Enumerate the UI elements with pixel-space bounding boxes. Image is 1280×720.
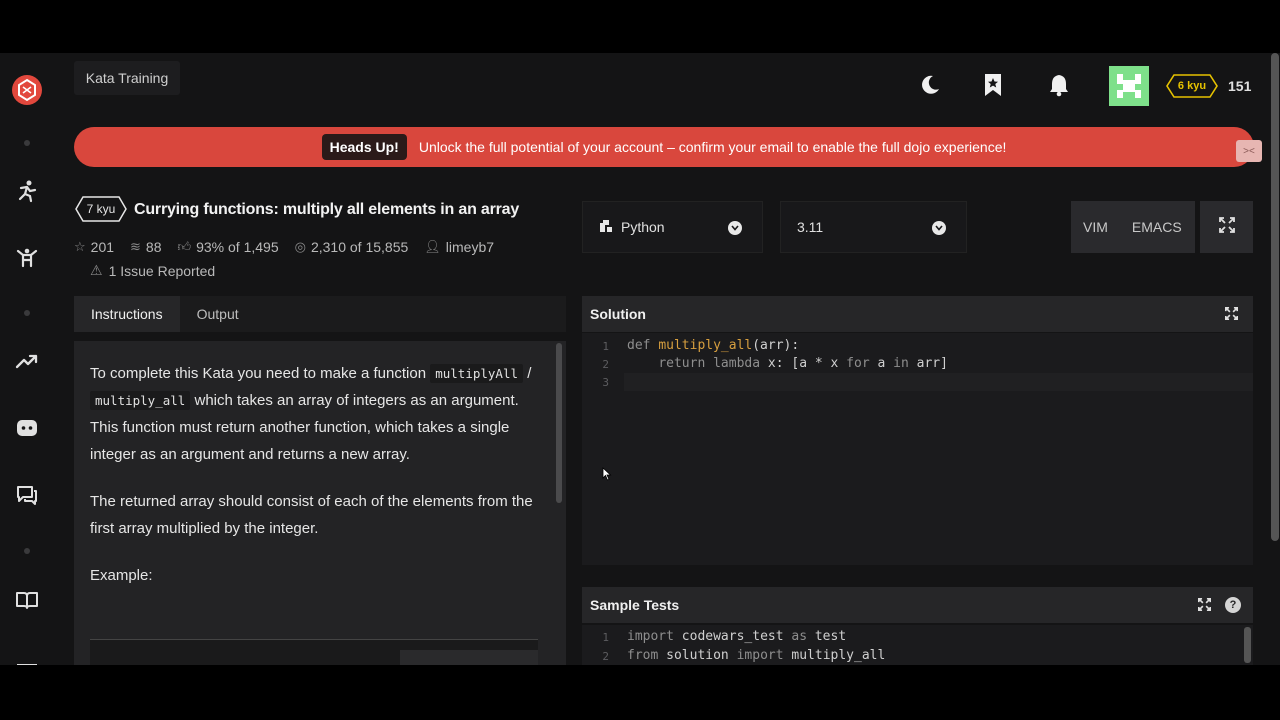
- sidebar-divider-dot: [24, 310, 30, 316]
- completed-stat: ◎ 2,310 of 15,855: [295, 239, 409, 255]
- star-icon: ☆: [74, 239, 86, 254]
- kata-kyu-label: 7 kyu: [86, 202, 116, 216]
- instructions-panel: To complete this Kata you need to make a…: [74, 341, 566, 665]
- keybinding-modes: VIM EMACS: [1071, 201, 1195, 253]
- codewars-logo-icon[interactable]: [11, 74, 43, 106]
- solution-code-line-1[interactable]: def multiply_all(arr):: [627, 338, 799, 353]
- version-select[interactable]: 3.11: [780, 201, 967, 253]
- dark-mode-moon-icon[interactable]: [918, 73, 942, 97]
- sample-tests-header: Sample Tests ?: [582, 587, 1253, 623]
- inline-separator: /: [527, 365, 532, 382]
- notifications-bell-icon[interactable]: [1047, 73, 1071, 97]
- line-number: 3: [602, 376, 609, 389]
- discord-icon[interactable]: [13, 414, 41, 442]
- sidebar-divider-dot: [24, 548, 30, 554]
- user-avatar[interactable]: [1109, 66, 1149, 106]
- kata-title: Currying functions: multiply all element…: [134, 201, 520, 218]
- trending-icon[interactable]: [13, 348, 41, 376]
- inline-code-multiply-all: multiply_all: [90, 391, 191, 410]
- line-number: 1: [602, 340, 609, 353]
- help-icon[interactable]: ?: [1225, 597, 1241, 613]
- stars-stat[interactable]: ☆ 201: [74, 239, 114, 255]
- line-number: 2: [602, 358, 609, 371]
- instructions-text: To complete this Kata you need to make a…: [90, 360, 542, 609]
- banner-message[interactable]: Unlock the full potential of your accoun…: [419, 139, 1007, 155]
- instruction-tabs: Instructions Output: [74, 296, 566, 332]
- email-confirm-banner: Heads Up! Unlock the full potential of y…: [74, 127, 1254, 167]
- satisfaction-value: 93% of 1,495: [196, 239, 279, 255]
- discussion-icon[interactable]: [13, 481, 41, 509]
- tab-instructions[interactable]: Instructions: [74, 296, 180, 332]
- app-frame: Kata Training 6 kyu 151 Heads Up! Unlock…: [0, 53, 1280, 665]
- inline-code-multiplyAll: multiplyAll: [430, 364, 524, 383]
- instructions-paragraph-1-start: To complete this Kata you need to make a…: [90, 365, 427, 382]
- training-icon[interactable]: [13, 177, 41, 205]
- instructions-example-label: Example:: [90, 567, 153, 584]
- author-stat[interactable]: 👤︎ limeyb7: [424, 239, 494, 255]
- stack-icon: ≋: [130, 239, 141, 254]
- page-scrollbar[interactable]: [1271, 53, 1279, 541]
- instructions-paragraph-2: The returned array should consist of eac…: [90, 493, 533, 537]
- target-icon: ◎: [294, 239, 306, 254]
- tab-output[interactable]: Output: [180, 296, 256, 332]
- mouse-cursor-icon: [602, 467, 612, 481]
- issues-reported[interactable]: ⚠ 1 Issue Reported: [90, 262, 215, 279]
- expand-icon[interactable]: [1225, 307, 1238, 323]
- kata-kyu-badge: 7 kyu: [75, 196, 127, 222]
- user-rank-badge[interactable]: 6 kyu: [1166, 74, 1218, 98]
- expand-icon[interactable]: [1198, 598, 1211, 614]
- page-title: Kata Training: [74, 61, 180, 95]
- stars-count: 201: [90, 239, 115, 255]
- author-name[interactable]: limeyb7: [446, 239, 494, 255]
- user-icon: 👤︎: [424, 239, 441, 254]
- line-number: 1: [602, 631, 609, 644]
- sample-tests-title: Sample Tests: [590, 597, 680, 613]
- sidebar-divider-dot: [24, 140, 30, 146]
- satisfaction-stat: 👍︎ 93% of 1,495: [178, 239, 279, 255]
- sample-tests-code-line-1[interactable]: import codewars_test as test: [627, 629, 846, 644]
- sample-tests-editor[interactable]: 1 2 import codewars_test as test from so…: [582, 625, 1253, 665]
- kata-stats: ☆ 201 ≋ 88 👍︎ 93% of 1,495 ◎ 2,310 of 15,855…: [74, 239, 510, 255]
- more-icon[interactable]: [13, 653, 41, 665]
- sample-tests-code-line-2[interactable]: from solution import multiply_all: [627, 648, 885, 663]
- collections-stat[interactable]: ≋ 88: [130, 239, 161, 255]
- line-number: 2: [602, 650, 609, 663]
- honor-count: 151: [1228, 78, 1252, 94]
- chevron-down-icon: [932, 221, 946, 235]
- sidebar: [0, 53, 56, 665]
- banner-badge: Heads Up!: [321, 134, 407, 160]
- vim-mode-button[interactable]: VIM: [1071, 219, 1120, 235]
- solution-header: Solution: [582, 296, 1253, 332]
- solution-editor[interactable]: 1 2 3 def multiply_all(arr): return lamb…: [582, 333, 1253, 565]
- collections-count: 88: [145, 239, 162, 255]
- language-select[interactable]: Python: [582, 201, 763, 253]
- issues-label: 1 Issue Reported: [108, 262, 216, 279]
- fullscreen-button[interactable]: [1200, 201, 1253, 253]
- bookmark-star-icon[interactable]: [981, 73, 1005, 97]
- thumbs-up-icon: 👍︎: [177, 239, 192, 254]
- emacs-mode-button[interactable]: EMACS: [1120, 219, 1194, 235]
- banner-close-button[interactable]: ><: [1236, 140, 1262, 162]
- example-code-block: [90, 639, 538, 665]
- practice-icon[interactable]: [13, 244, 41, 272]
- chevron-down-icon: [728, 221, 742, 235]
- completed-value: 2,310 of 15,855: [310, 239, 409, 255]
- solution-title: Solution: [590, 306, 646, 322]
- warning-icon: ⚠: [90, 262, 103, 278]
- language-label: Python: [621, 219, 665, 235]
- instructions-scrollbar[interactable]: [556, 343, 562, 503]
- expand-icon: [1218, 216, 1235, 238]
- active-line-highlight: [624, 373, 1253, 391]
- version-label: 3.11: [797, 219, 824, 235]
- sample-tests-scrollbar[interactable]: [1244, 627, 1251, 663]
- python-icon: [599, 219, 613, 236]
- docs-book-icon[interactable]: [13, 586, 41, 614]
- solution-code-line-2[interactable]: return lambda x: [a * x for a in arr]: [627, 356, 948, 371]
- user-rank-label: 6 kyu: [1177, 80, 1207, 92]
